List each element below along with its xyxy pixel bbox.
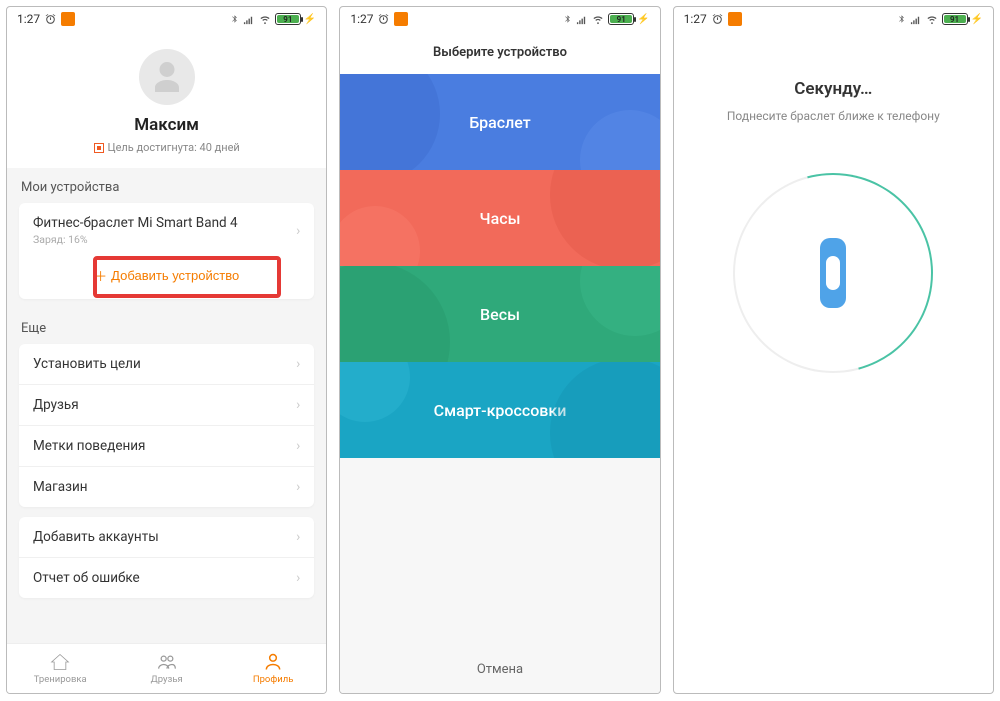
chevron-right-icon: › (296, 438, 300, 454)
device-row[interactable]: Фитнес-браслет Mi Smart Band 4 Заряд: 16… (19, 203, 314, 258)
wifi-icon (258, 14, 272, 25)
cancel-button[interactable]: Отмена (340, 646, 659, 693)
signal-icon (575, 14, 588, 25)
home-icon (50, 652, 70, 672)
select-device-title: Выберите устройство (340, 31, 659, 74)
alarm-icon (377, 13, 390, 26)
device-name: Фитнес-браслет Mi Smart Band 4 (33, 215, 238, 231)
notification-icon (394, 12, 408, 26)
menu-behavior-tags[interactable]: Метки поведения › (19, 425, 314, 466)
chevron-right-icon: › (296, 479, 300, 495)
nav-profile[interactable]: Профиль (220, 644, 326, 693)
device-tile-bracelet[interactable]: Браслет (340, 74, 659, 170)
statusbar-time: 1:27 (350, 12, 373, 26)
chevron-right-icon: › (296, 397, 300, 413)
chevron-right-icon: › (296, 570, 300, 586)
statusbar: 1:27 91 ⚡ (340, 7, 659, 31)
phone-select-device-screen: 1:27 91 ⚡ Выберите устройство Браслет Ча… (339, 6, 660, 694)
menu-bug-report[interactable]: Отчет об ошибке › (19, 557, 314, 598)
pairing-title: Секунду… (794, 79, 872, 99)
more-section-title: Еще (7, 309, 326, 344)
statusbar-time: 1:27 (684, 12, 707, 26)
alarm-icon (711, 13, 724, 26)
menu-set-goals[interactable]: Установить цели › (19, 344, 314, 384)
add-device-button[interactable]: ＋ Добавить устройство (94, 266, 239, 285)
chevron-right-icon: › (296, 356, 300, 372)
statusbar: 1:27 91 ⚡ (7, 7, 326, 31)
plus-icon: ＋ (94, 266, 107, 285)
device-tile-scale[interactable]: Весы (340, 266, 659, 362)
profile-header: Максим Цель достигнута: 40 дней (7, 31, 326, 168)
bluetooth-icon (897, 13, 906, 25)
device-tile-smart-shoes[interactable]: Смарт-кроссовки (340, 362, 659, 458)
pairing-subtitle: Поднесите браслет ближе к телефону (727, 109, 940, 123)
friends-icon (157, 652, 177, 672)
goal-icon (94, 143, 104, 153)
charging-icon: ⚡ (304, 14, 316, 25)
notification-icon (728, 12, 742, 26)
battery-icon: 91 (942, 13, 968, 25)
device-tile-watch[interactable]: Часы (340, 170, 659, 266)
phone-profile-screen: 1:27 91 ⚡ Максим Цель достигнута: 40 дне… (6, 6, 327, 694)
chevron-right-icon: › (296, 529, 300, 545)
pairing-spinner (733, 173, 933, 373)
alarm-icon (44, 13, 57, 26)
charging-icon: ⚡ (637, 14, 649, 25)
bracelet-icon (820, 238, 846, 308)
battery-icon: 91 (275, 13, 301, 25)
menu-store[interactable]: Магазин › (19, 466, 314, 507)
profile-icon (263, 652, 283, 672)
signal-icon (242, 14, 255, 25)
goal-text: Цель достигнута: 40 дней (7, 141, 326, 154)
signal-icon (909, 14, 922, 25)
statusbar: 1:27 91 ⚡ (674, 7, 993, 31)
bluetooth-icon (230, 13, 239, 25)
my-devices-section-title: Мои устройства (7, 168, 326, 203)
device-battery: Заряд: 16% (33, 233, 238, 246)
bluetooth-icon (563, 13, 572, 25)
chevron-right-icon: › (296, 223, 300, 239)
phone-pairing-screen: 1:27 91 ⚡ Секунду… Поднесите браслет бли… (673, 6, 994, 694)
charging-icon: ⚡ (971, 14, 983, 25)
avatar[interactable] (139, 49, 195, 105)
bottom-navigation: Тренировка Друзья Профиль (7, 643, 326, 693)
notification-icon (61, 12, 75, 26)
nav-training[interactable]: Тренировка (7, 644, 113, 693)
battery-icon: 91 (608, 13, 634, 25)
menu-add-accounts[interactable]: Добавить аккаунты › (19, 517, 314, 557)
username: Максим (7, 115, 326, 135)
menu-friends[interactable]: Друзья › (19, 384, 314, 425)
statusbar-time: 1:27 (17, 12, 40, 26)
wifi-icon (925, 14, 939, 25)
wifi-icon (591, 14, 605, 25)
nav-friends[interactable]: Друзья (113, 644, 219, 693)
